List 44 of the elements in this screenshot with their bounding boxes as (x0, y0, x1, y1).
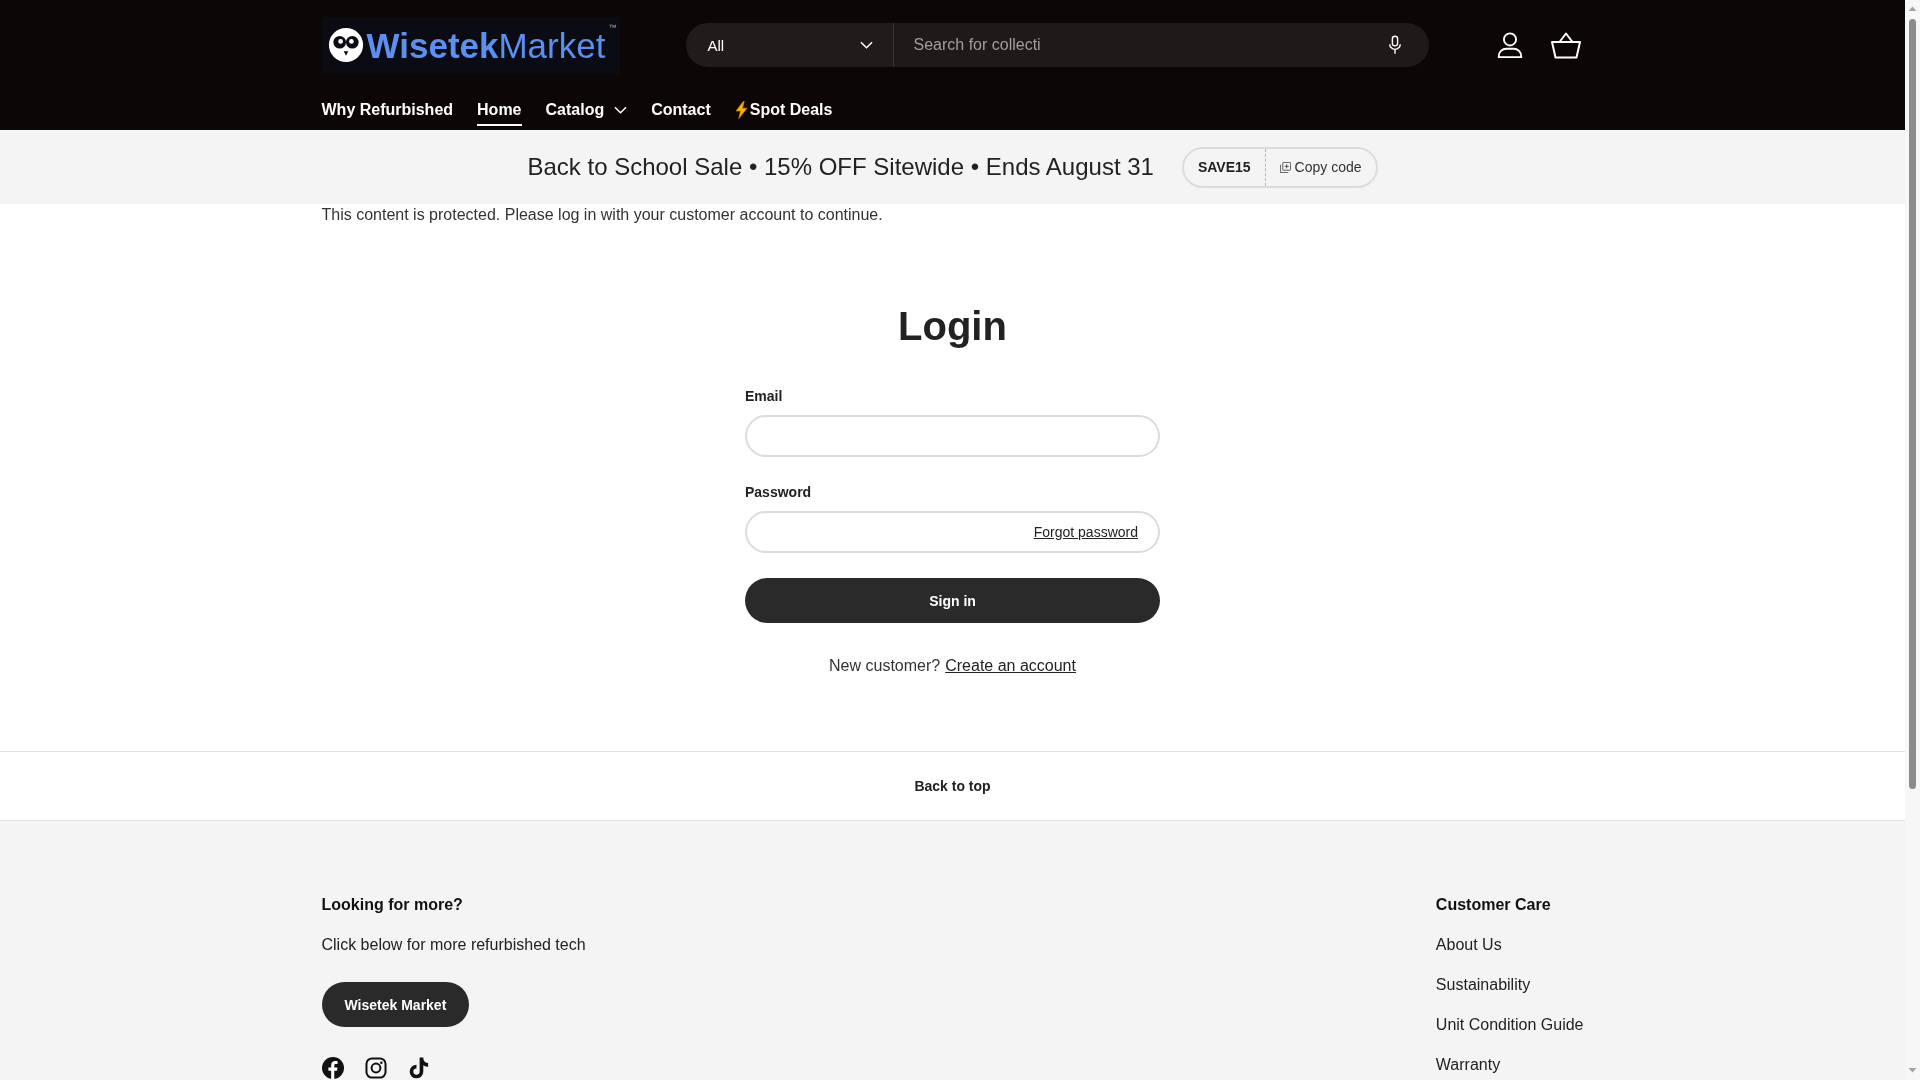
nav-link[interactable]: Home (477, 74, 522, 126)
login-heading: Login (897, 303, 1008, 350)
footer-link[interactable]: About Us (1435, 934, 1502, 956)
promo-text: Back to School Sale • 15% OFF Sitewide • Ends August 31 (527, 153, 1154, 181)
notice-text: This content is protected. Please log in with your customer account to continue. (321, 205, 884, 225)
create-account-link[interactable]: Create an account (945, 655, 1076, 677)
input-field[interactable] (745, 415, 1160, 457)
nav-link[interactable]: Why Refurbished (321, 74, 454, 126)
copy-code-button[interactable]: Copy code (1264, 148, 1376, 186)
new-customer-text: New customer? (829, 656, 941, 676)
owl-icon (327, 27, 364, 63)
facebook-icon[interactable] (321, 1057, 344, 1079)
back-to-top-link[interactable]: Back to top (914, 778, 991, 794)
lightning-icon (734, 101, 748, 119)
footer-link[interactable]: Sustainability (1435, 974, 1531, 996)
basket-icon[interactable] (1549, 31, 1582, 59)
field-label: Email (745, 387, 783, 406)
footer-text: Click below for more refurbished tech (321, 935, 586, 955)
footer-heading: Looking for more? (321, 895, 463, 915)
account-icon[interactable] (1495, 31, 1524, 59)
nav-link[interactable]: Spot Deals (734, 74, 833, 126)
instagram-icon[interactable] (364, 1057, 387, 1079)
logo[interactable]: WisetekMarket™ (321, 16, 620, 74)
category-select[interactable]: All (685, 23, 894, 67)
scrollbar[interactable] (1905, 0, 1920, 1080)
chevron-down-icon (859, 41, 873, 49)
footer-link[interactable]: Unit Condition Guide (1435, 1014, 1584, 1036)
footer-heading: Customer Care (1435, 895, 1551, 915)
field-label: Password (745, 483, 812, 502)
store-button[interactable]: Wisetek Market (321, 982, 470, 1027)
nav-link[interactable]: Contact (651, 74, 711, 126)
chevron-down-icon (614, 106, 628, 114)
search-field[interactable]: Search for collecti (893, 23, 1429, 67)
tiktok-icon[interactable] (407, 1057, 430, 1079)
input-field[interactable] (745, 511, 1160, 553)
sign-in-button[interactable]: Sign in (745, 578, 1160, 623)
logo-text: WisetekMarket (366, 27, 606, 63)
microphone-icon[interactable] (1387, 35, 1402, 55)
forgot-password-link[interactable]: Forgot password (1033, 523, 1138, 541)
nav-link[interactable]: Catalog (545, 74, 628, 126)
promo-code: SAVE15 (1196, 158, 1252, 177)
footer-link[interactable]: Warranty (1435, 1054, 1501, 1076)
trademark-mark: ™ (608, 22, 617, 32)
copy-icon (1279, 161, 1291, 173)
